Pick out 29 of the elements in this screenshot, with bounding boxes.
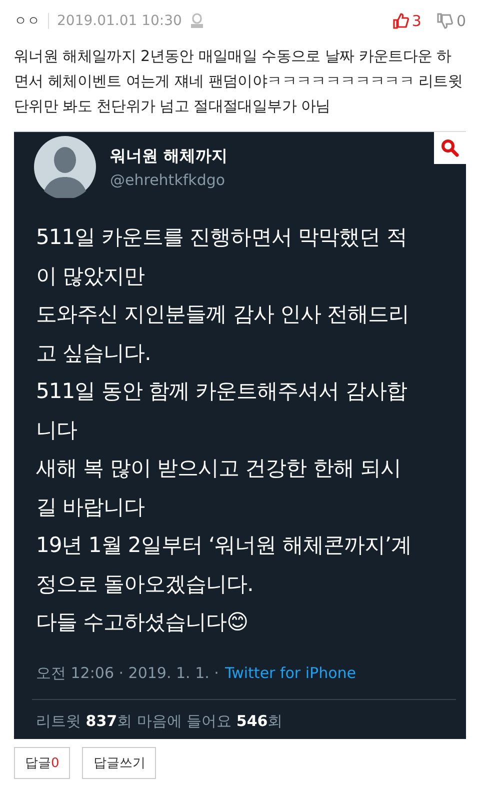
comment-text: 워너원 해체일까지 2년동안 매일매일 수동으로 날짜 카운트다운 하면서 헤체이벤트 여는게 쟤네 팬덤이야ㅋㅋㅋㅋㅋㅋㅋㅋㅋㅋ 리트윗 단위만 봐도 천단위가 넘고 절대절대일부가 아님 [13,46,464,117]
search-icon [441,139,459,157]
tweet-text-line: 니다 [36,416,78,444]
dislike-count: 0 [456,12,466,30]
author-name: ㅇㅇ [14,13,40,30]
comment-date: 2019.01.01 10:30 [57,13,182,29]
tweet-text-line: 511일 동안 함께 카운트해주셔서 감사합 [36,378,408,405]
tweet-author-name: 워너원 해체까지 [110,146,228,166]
reply-button[interactable]: 답글쓰기 [82,747,156,779]
avatar-icon [34,136,96,198]
tweet-stats: 리트윗 837회 마음에 들어요 546회 [35,710,284,730]
zoom-button[interactable] [434,132,466,164]
tweet-text-line: 19년 1월 2일부터 ‘워너원 해체콘까지’계 [36,532,412,559]
tweet-text-line: 다들 수고하셨습니다😊 [36,609,250,636]
reply-button[interactable]: 답글0 [14,747,70,779]
tweet-text-line: 511일 카운트를 진행하면서 막막했던 적 [36,224,408,251]
tweet-text-line: 이 많았지만 [36,262,146,290]
tweet-text-line: 새해 복 많이 받으시고 건강한 한해 되시 [36,455,402,482]
tweet-text-line: 고 싶습니다. [36,340,152,366]
tweet-text-line: 도와주신 지인분들께 감사 인사 전해드리 [36,301,410,328]
tweet-text-line: 길 바랍니다 [36,494,146,520]
tweet-text-line: 정으로 돌아오겠습니다. [36,570,254,598]
tweet-timestamp: 오전 12:06 · 2019. 1. 1. · [36,664,219,682]
thumbs-up-icon[interactable] [392,13,409,29]
tweet-handle: @ehrehtkfkdgo [110,170,226,188]
user-icon [190,13,204,29]
thumbs-down-icon[interactable] [437,13,454,29]
like-count: 3 [412,12,422,30]
tweet-source: Twitter for iPhone [224,664,356,682]
